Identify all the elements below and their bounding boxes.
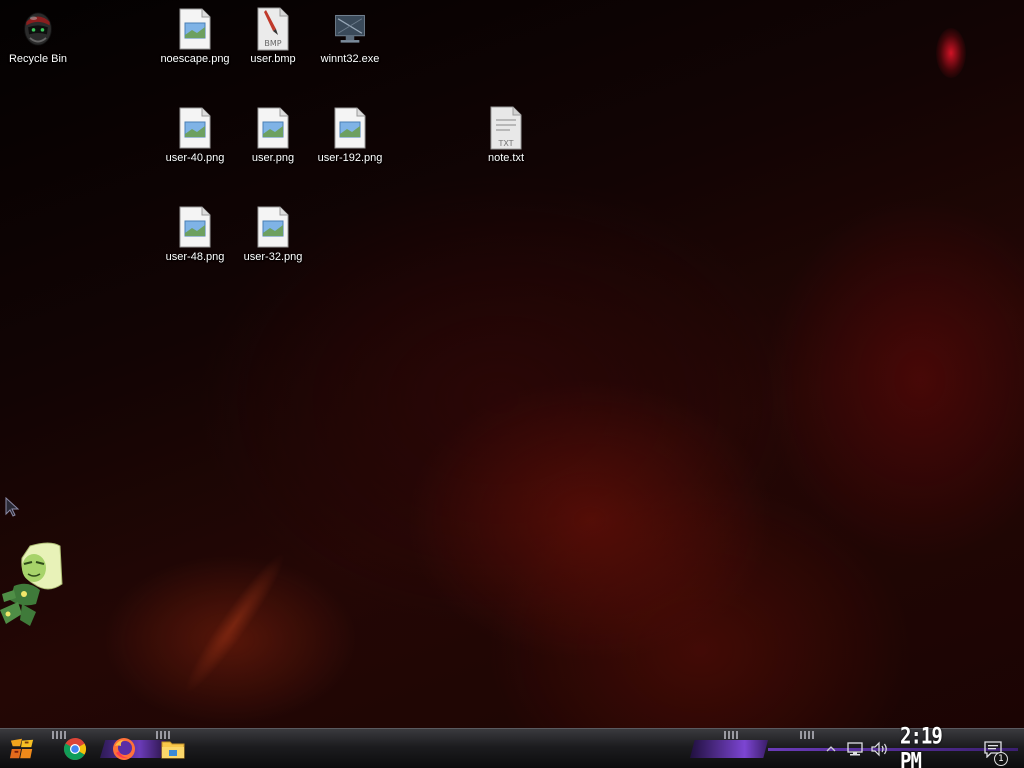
taskbar-accent-right xyxy=(690,740,768,758)
desktop-icon-label: user-32.png xyxy=(243,251,303,263)
desktop-icon-user-png[interactable]: user.png xyxy=(235,107,311,164)
desktop-icon-user-40-png[interactable]: user-40.png xyxy=(157,107,233,164)
wallpaper-red-glow xyxy=(936,28,966,78)
image-file-icon xyxy=(256,206,290,248)
desktop-icon-user-48-png[interactable]: user-48.png xyxy=(157,206,233,263)
desktop-icon-label: winnt32.exe xyxy=(320,53,380,65)
bmp-badge: BMP xyxy=(264,39,281,48)
image-file-icon xyxy=(333,107,367,149)
desktop-icon-label: user-192.png xyxy=(317,152,383,164)
firefox-icon xyxy=(113,738,135,760)
tray-overflow-button[interactable] xyxy=(825,739,837,759)
text-file-icon: TXT xyxy=(489,106,523,150)
desktop-mascot-character[interactable] xyxy=(0,540,66,632)
taskbar-file-explorer-button[interactable] xyxy=(160,736,186,762)
wallpaper-light-streak xyxy=(175,545,295,701)
desktop-icon-user-32-png[interactable]: user-32.png xyxy=(235,206,311,263)
folder-icon xyxy=(161,741,185,759)
desktop-icon-label: noescape.png xyxy=(160,53,230,65)
desktop-icon-label: user.bmp xyxy=(250,53,296,65)
notification-count-badge: 1 xyxy=(994,752,1008,766)
desktop-icon-label: note.txt xyxy=(487,152,525,164)
desktop-icon-noescape-png[interactable]: noescape.png xyxy=(157,8,233,65)
tray-volume-button[interactable] xyxy=(870,739,890,759)
taskbar-clock[interactable]: 2:19 PM xyxy=(900,724,964,768)
taskbar-chrome-button[interactable] xyxy=(62,736,88,762)
tray-network-button[interactable] xyxy=(846,739,864,759)
chevron-up-icon xyxy=(826,746,836,752)
txt-badge: TXT xyxy=(497,139,513,148)
chrome-icon xyxy=(64,738,86,760)
taskbar-firefox-button[interactable] xyxy=(111,736,137,762)
mouse-pointer-icon xyxy=(5,497,20,517)
taskbar-accent-line xyxy=(768,748,1018,751)
image-file-icon xyxy=(178,107,212,149)
bmp-file-icon: BMP xyxy=(256,7,290,51)
monitor-exe-icon xyxy=(333,8,367,50)
desktop-icon-note-txt[interactable]: TXT note.txt xyxy=(468,106,544,164)
recycle-bin-helmet-icon xyxy=(21,8,55,50)
desktop-icon-user-bmp[interactable]: BMP user.bmp xyxy=(235,7,311,65)
desktop-icon-label: Recycle Bin xyxy=(8,53,68,65)
start-button[interactable] xyxy=(9,736,35,762)
network-icon xyxy=(847,742,863,756)
taskbar-grip xyxy=(724,731,738,739)
image-file-icon xyxy=(256,107,290,149)
desktop-icon-user-192-png[interactable]: user-192.png xyxy=(312,107,388,164)
desktop-icon-label: user-40.png xyxy=(165,152,225,164)
volume-icon xyxy=(871,741,887,757)
desktop-icon-recycle-bin[interactable]: Recycle Bin xyxy=(0,8,76,65)
image-file-icon xyxy=(178,206,212,248)
image-file-icon xyxy=(178,8,212,50)
taskbar-grip xyxy=(800,731,814,739)
desktop-icon-label: user.png xyxy=(251,152,295,164)
start-button-icon xyxy=(9,738,34,759)
taskbar: 2:19 PM xyxy=(0,724,1024,768)
desktop-icon-label: user-48.png xyxy=(165,251,225,263)
desktop-icon-winnt32-exe[interactable]: winnt32.exe xyxy=(312,8,388,65)
